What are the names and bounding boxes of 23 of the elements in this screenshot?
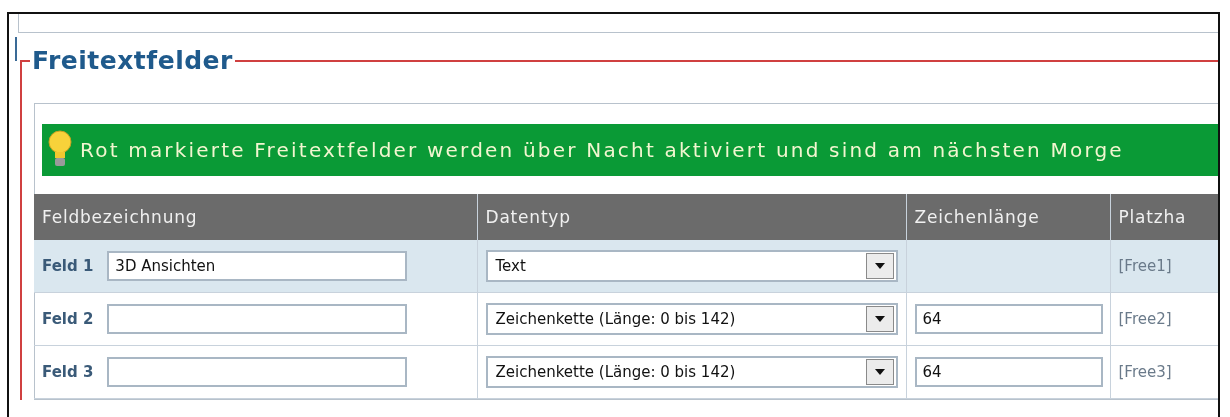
length-input[interactable]: 64 xyxy=(914,357,1103,387)
column-header: Feldbezeichnung xyxy=(34,194,477,240)
caret-icon xyxy=(874,263,885,269)
length-input[interactable]: 64 xyxy=(914,304,1103,334)
placeholder-code: [Free1] xyxy=(1118,257,1172,275)
field-label: Feld 3 xyxy=(42,363,94,381)
field-name-input[interactable] xyxy=(107,304,408,334)
data-type-select[interactable]: Zeichenkette (Länge: 0 bis 142) xyxy=(485,356,898,388)
field-label: Feld 2 xyxy=(42,310,94,328)
column-header: Datentyp xyxy=(477,194,906,240)
placeholder-code: [Free3] xyxy=(1118,363,1172,381)
field-name-input[interactable] xyxy=(107,357,408,387)
field-name-input[interactable]: 3D Ansichten xyxy=(107,251,408,281)
caret-icon xyxy=(874,316,885,322)
notice-text: Rot markierte Freitextfelder werden über Nacht aktiviert und sind am nächsten Morge xyxy=(80,138,1124,162)
data-type-select[interactable]: Text xyxy=(485,250,898,282)
field-label: Feld 1 xyxy=(42,257,94,275)
column-header: Zeichenlänge xyxy=(906,194,1110,240)
placeholder-code: [Free2] xyxy=(1118,310,1172,328)
column-header: Platzha xyxy=(1110,194,1218,240)
section-legend: Freitextfelder xyxy=(30,46,235,76)
caret-icon xyxy=(874,369,885,375)
data-type-select[interactable]: Zeichenkette (Länge: 0 bis 142) xyxy=(485,303,898,335)
